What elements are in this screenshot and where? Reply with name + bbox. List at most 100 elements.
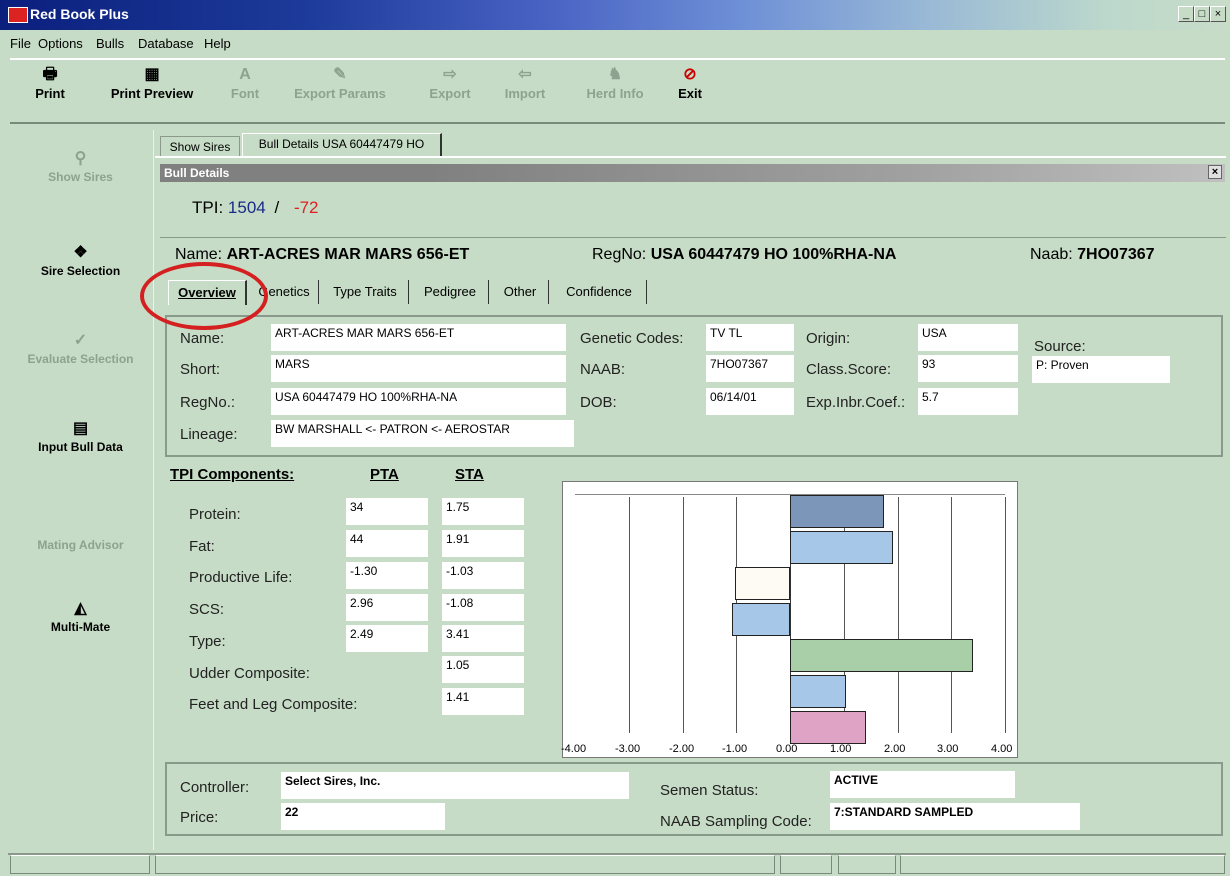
header-name: Name: ART-ACRES MAR MARS 656-ET: [175, 246, 469, 264]
ov-name-label: Name:: [180, 330, 225, 347]
font-icon: A: [239, 66, 251, 83]
sta-field[interactable]: 3.41: [442, 625, 524, 652]
tpi-sep: /: [274, 198, 280, 217]
sta-field[interactable]: 1.91: [442, 530, 524, 557]
ov-naab-field[interactable]: 7HO07367: [706, 355, 794, 382]
pta-field[interactable]: 2.96: [346, 594, 428, 621]
export-button[interactable]: ⇨ Export: [420, 64, 480, 101]
subtab-pedigree[interactable]: Pedigree: [412, 280, 489, 304]
panel-title: Bull Details: [164, 166, 230, 180]
eraser-icon: ◭: [74, 600, 87, 617]
header-regno-label: RegNo:: [592, 246, 647, 263]
component-label: Fat:: [189, 538, 215, 555]
pta-field[interactable]: 44: [346, 530, 428, 557]
sidebar-item-input-bull-data[interactable]: ▤ Input Bull Data: [8, 418, 153, 454]
chart-tick-label: -3.00: [615, 743, 641, 755]
chart-tick-label: -2.00: [669, 743, 695, 755]
subtab-other[interactable]: Other: [492, 280, 549, 304]
sta-field[interactable]: -1.03: [442, 562, 524, 589]
print-preview-icon: ▦: [144, 66, 160, 83]
header-naab-label: Naab:: [1030, 246, 1073, 263]
semen-status-field[interactable]: ACTIVE: [830, 771, 1015, 798]
font-button[interactable]: A Font: [220, 64, 270, 101]
status-cell: [838, 855, 896, 874]
sta-field[interactable]: 1.05: [442, 656, 524, 683]
ov-origin-label: Origin:: [806, 330, 851, 347]
magnifier-icon: ⚲: [74, 150, 87, 167]
ov-name-field[interactable]: ART-ACRES MAR MARS 656-ET: [271, 324, 566, 351]
ov-regno-label: RegNo.:: [180, 394, 236, 411]
herd-info-button[interactable]: ♞ Herd Info: [575, 64, 655, 101]
subtab-confidence[interactable]: Confidence: [552, 280, 647, 304]
sampling-code-label: NAAB Sampling Code:: [660, 813, 812, 830]
checkmark-icon: ✓: [73, 332, 88, 349]
herd-icon: ♞: [607, 66, 623, 83]
menu-database[interactable]: Database: [138, 36, 194, 51]
chart-bar: [790, 711, 866, 744]
ov-dob-field[interactable]: 06/14/01: [706, 388, 794, 415]
ov-short-label: Short:: [180, 361, 221, 378]
close-button[interactable]: ×: [1210, 6, 1226, 22]
exit-icon: ⊘: [683, 66, 697, 83]
semen-status-label: Semen Status:: [660, 782, 759, 799]
header-rule: [160, 237, 1226, 238]
ov-regno-field[interactable]: USA 60447479 HO 100%RHA-NA: [271, 388, 566, 415]
sidebar-item-evaluate-selection[interactable]: ✓ Evaluate Selection: [8, 330, 153, 366]
panel-close-icon[interactable]: ×: [1208, 165, 1222, 179]
sampling-code-field[interactable]: 7:STANDARD SAMPLED: [830, 803, 1080, 830]
ov-lineage-label: Lineage:: [180, 426, 238, 443]
maximize-button[interactable]: □: [1194, 6, 1210, 22]
minimize-button[interactable]: _: [1178, 6, 1194, 22]
pta-field[interactable]: 34: [346, 498, 428, 525]
components-title: TPI Components:: [170, 466, 295, 483]
price-label: Price:: [180, 809, 219, 826]
annotation-circle: [140, 262, 268, 330]
status-cell: [780, 855, 832, 874]
exit-button[interactable]: ⊘ Exit: [665, 64, 715, 101]
export-params-button[interactable]: ✎ Export Params: [285, 64, 395, 101]
print-button[interactable]: 🖶 Print: [20, 64, 80, 101]
print-preview-button[interactable]: ▦ Print Preview: [102, 64, 202, 101]
chart-gridline: [1005, 497, 1006, 733]
menu-help[interactable]: Help: [204, 36, 231, 51]
status-cell: [155, 855, 775, 874]
tab-bull-details[interactable]: Bull Details USA 60447479 HO: [242, 133, 442, 156]
menu-file[interactable]: File: [10, 36, 31, 51]
ov-class-score-field[interactable]: 93: [918, 355, 1018, 382]
ov-genetic-codes-field[interactable]: TV TL: [706, 324, 794, 351]
sidebar-item-show-sires[interactable]: ⚲ Show Sires: [8, 148, 153, 184]
ov-lineage-field[interactable]: BW MARSHALL <- PATRON <- AEROSTAR: [271, 420, 574, 447]
menu-bulls[interactable]: Bulls: [96, 36, 124, 51]
status-cell: [10, 855, 150, 874]
subtab-type-traits[interactable]: Type Traits: [322, 280, 409, 304]
menu-options[interactable]: Options: [38, 36, 83, 51]
controller-field[interactable]: Select Sires, Inc.: [281, 772, 629, 799]
ov-inbr-field[interactable]: 5.7: [918, 388, 1018, 415]
pta-field[interactable]: -1.30: [346, 562, 428, 589]
app-icon: [8, 7, 28, 23]
import-button[interactable]: ⇦ Import: [490, 64, 560, 101]
chart-tick-label: 1.00: [830, 743, 852, 755]
pta-field[interactable]: 2.49: [346, 625, 428, 652]
sta-field[interactable]: -1.08: [442, 594, 524, 621]
sidebar-item-multi-mate[interactable]: ◭ Multi-Mate: [8, 598, 153, 634]
tab-show-sires[interactable]: Show Sires: [160, 136, 240, 156]
chart-bar: [790, 639, 973, 672]
sta-field[interactable]: 1.41: [442, 688, 524, 715]
chart-gridline: [629, 497, 630, 733]
sidebar-item-mating-advisor[interactable]: Mating Advisor: [8, 538, 153, 552]
tpi-change: -72: [293, 198, 319, 217]
header-regno-value: USA 60447479 HO 100%RHA-NA: [650, 246, 897, 263]
sidebar-item-sire-selection[interactable]: ❖ Sire Selection: [8, 242, 153, 278]
component-label: Protein:: [189, 506, 241, 523]
ov-class-score-label: Class.Score:: [806, 361, 892, 378]
ov-source-field[interactable]: P: Proven: [1032, 356, 1170, 383]
ov-short-field[interactable]: MARS: [271, 355, 566, 382]
price-field[interactable]: 22: [281, 803, 445, 830]
ov-origin-field[interactable]: USA: [918, 324, 1018, 351]
window-title: Red Book Plus: [30, 6, 129, 22]
tpi-line: TPI: 1504 / -72: [192, 198, 319, 218]
calculator-icon: ▤: [72, 420, 89, 437]
sta-field[interactable]: 1.75: [442, 498, 524, 525]
tab-divider: [155, 156, 1226, 158]
